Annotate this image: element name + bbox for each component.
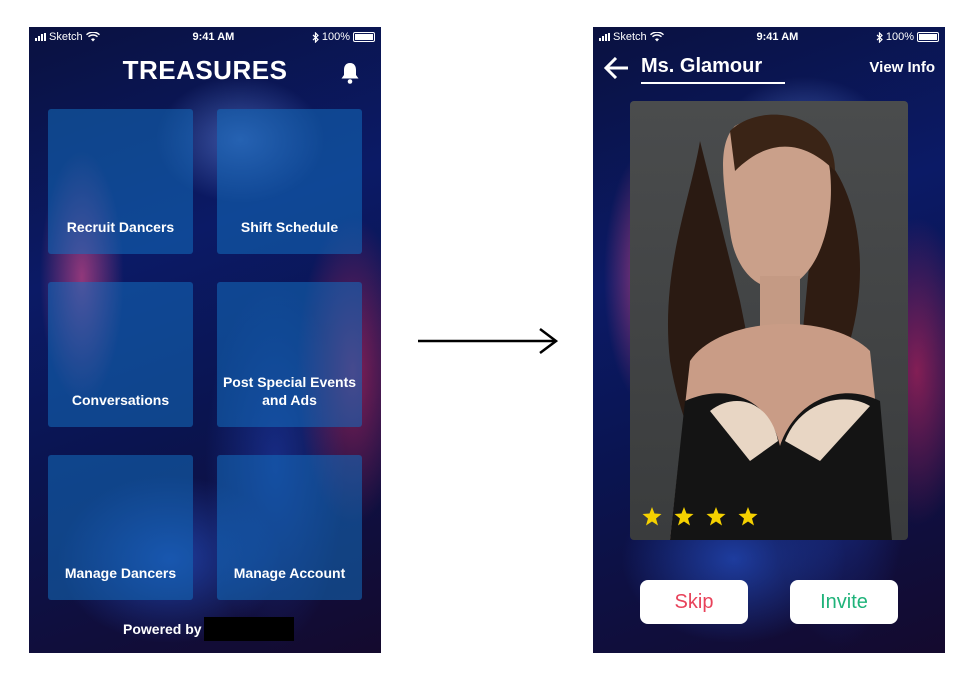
powered-by-label: Powered by <box>123 621 202 637</box>
status-time: 9:41 AM <box>192 31 235 43</box>
carrier-label: Sketch <box>49 31 83 43</box>
battery-icon <box>353 32 375 42</box>
arrow-right-icon <box>418 328 558 354</box>
profile-photo <box>630 101 908 540</box>
status-bar: Sketch 9:41 AM 100% <box>593 27 945 47</box>
redacted-logo <box>203 617 294 641</box>
tile-recruit-dancers[interactable]: Recruit Dancers <box>48 109 193 254</box>
profile-screen: Sketch 9:41 AM 100% Ms. Glamour View Inf… <box>593 27 945 653</box>
bluetooth-icon <box>876 31 883 43</box>
bluetooth-icon <box>312 31 319 43</box>
wifi-icon <box>649 32 664 42</box>
status-bar: Sketch 9:41 AM 100% <box>29 27 381 47</box>
tile-manage-dancers[interactable]: Manage Dancers <box>48 455 193 600</box>
profile-name: Ms. Glamour <box>641 55 785 84</box>
star-icon <box>738 507 758 526</box>
signal-icon <box>599 33 610 41</box>
skip-button[interactable]: Skip <box>640 580 748 624</box>
battery-icon <box>917 32 939 42</box>
view-info-link[interactable]: View Info <box>869 59 935 76</box>
tile-conversations[interactable]: Conversations <box>48 282 193 427</box>
profile-photo-illustration <box>667 114 892 540</box>
tile-manage-account[interactable]: Manage Account <box>217 455 362 600</box>
rating-stars <box>642 507 758 526</box>
tile-shift-schedule[interactable]: Shift Schedule <box>217 109 362 254</box>
powered-by: Powered by <box>123 617 294 641</box>
home-screen: Sketch 9:41 AM 100% TREASURES Recruit Da… <box>29 27 381 653</box>
invite-button[interactable]: Invite <box>790 580 898 624</box>
star-icon <box>642 507 662 526</box>
carrier-label: Sketch <box>613 31 647 43</box>
bell-icon[interactable] <box>339 61 361 85</box>
battery-percent: 100% <box>321 31 350 43</box>
tile-post-special-events[interactable]: Post Special Events and Ads <box>217 282 362 427</box>
status-time: 9:41 AM <box>756 31 799 43</box>
wifi-icon <box>85 32 100 42</box>
battery-percent: 100% <box>885 31 914 43</box>
star-icon <box>674 507 694 526</box>
signal-icon <box>35 33 46 41</box>
app-title: TREASURES <box>122 55 288 85</box>
back-arrow-icon[interactable] <box>603 57 629 79</box>
star-icon <box>706 507 726 526</box>
